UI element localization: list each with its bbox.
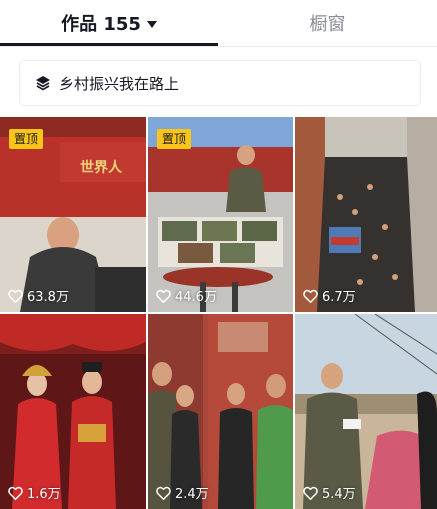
heart-icon	[156, 486, 171, 500]
pinned-badge: 置顶	[9, 129, 44, 149]
like-count-value: 1.6万	[27, 487, 61, 502]
like-count: 5.4万	[303, 483, 356, 502]
like-count: 1.6万	[8, 483, 61, 502]
like-count-value: 6.7万	[322, 290, 356, 305]
like-count-value: 2.4万	[175, 487, 209, 502]
like-count-value: 5.4万	[322, 487, 356, 502]
collection-label: 乡村振兴我在路上	[59, 74, 180, 93]
caret-down-icon	[146, 20, 157, 28]
heart-icon	[303, 289, 318, 303]
video-thumbnail[interactable]: 世界人 置顶 63.8万	[0, 117, 146, 312]
video-grid: 世界人 置顶 63.8万 置顶 44.6万 6.7万 1.6万 2.4万 5.4…	[0, 117, 437, 509]
tab-works-label: 作品 155	[61, 14, 141, 35]
heart-icon	[8, 486, 23, 500]
video-thumbnail[interactable]: 置顶 44.6万	[148, 117, 293, 312]
tab-shop[interactable]: 橱窗	[218, 0, 437, 46]
like-count-value: 44.6万	[175, 290, 217, 305]
collection-card[interactable]: 乡村振兴我在路上	[19, 60, 421, 106]
thumbnail-image	[295, 117, 437, 312]
like-count: 63.8万	[8, 286, 69, 305]
thumbnail-image	[148, 314, 293, 509]
like-count: 2.4万	[156, 483, 209, 502]
layers-icon	[36, 76, 50, 91]
pinned-badge: 置顶	[157, 129, 192, 149]
video-thumbnail[interactable]: 6.7万	[295, 117, 437, 312]
thumbnail-image	[0, 314, 146, 509]
video-thumbnail[interactable]: 5.4万	[295, 314, 437, 509]
banner-text: 世界人	[80, 160, 122, 176]
thumbnail-image	[295, 314, 437, 509]
tab-works[interactable]: 作品 155	[0, 0, 218, 46]
heart-icon	[303, 486, 318, 500]
like-count: 44.6万	[156, 286, 217, 305]
tab-divider	[0, 46, 437, 47]
profile-tabs: 作品 155 橱窗	[0, 0, 437, 46]
heart-icon	[156, 289, 171, 303]
video-thumbnail[interactable]: 2.4万	[148, 314, 293, 509]
tab-shop-label: 橱窗	[309, 14, 346, 35]
heart-icon	[8, 289, 23, 303]
video-thumbnail[interactable]: 1.6万	[0, 314, 146, 509]
like-count-value: 63.8万	[27, 290, 69, 305]
like-count: 6.7万	[303, 286, 356, 305]
